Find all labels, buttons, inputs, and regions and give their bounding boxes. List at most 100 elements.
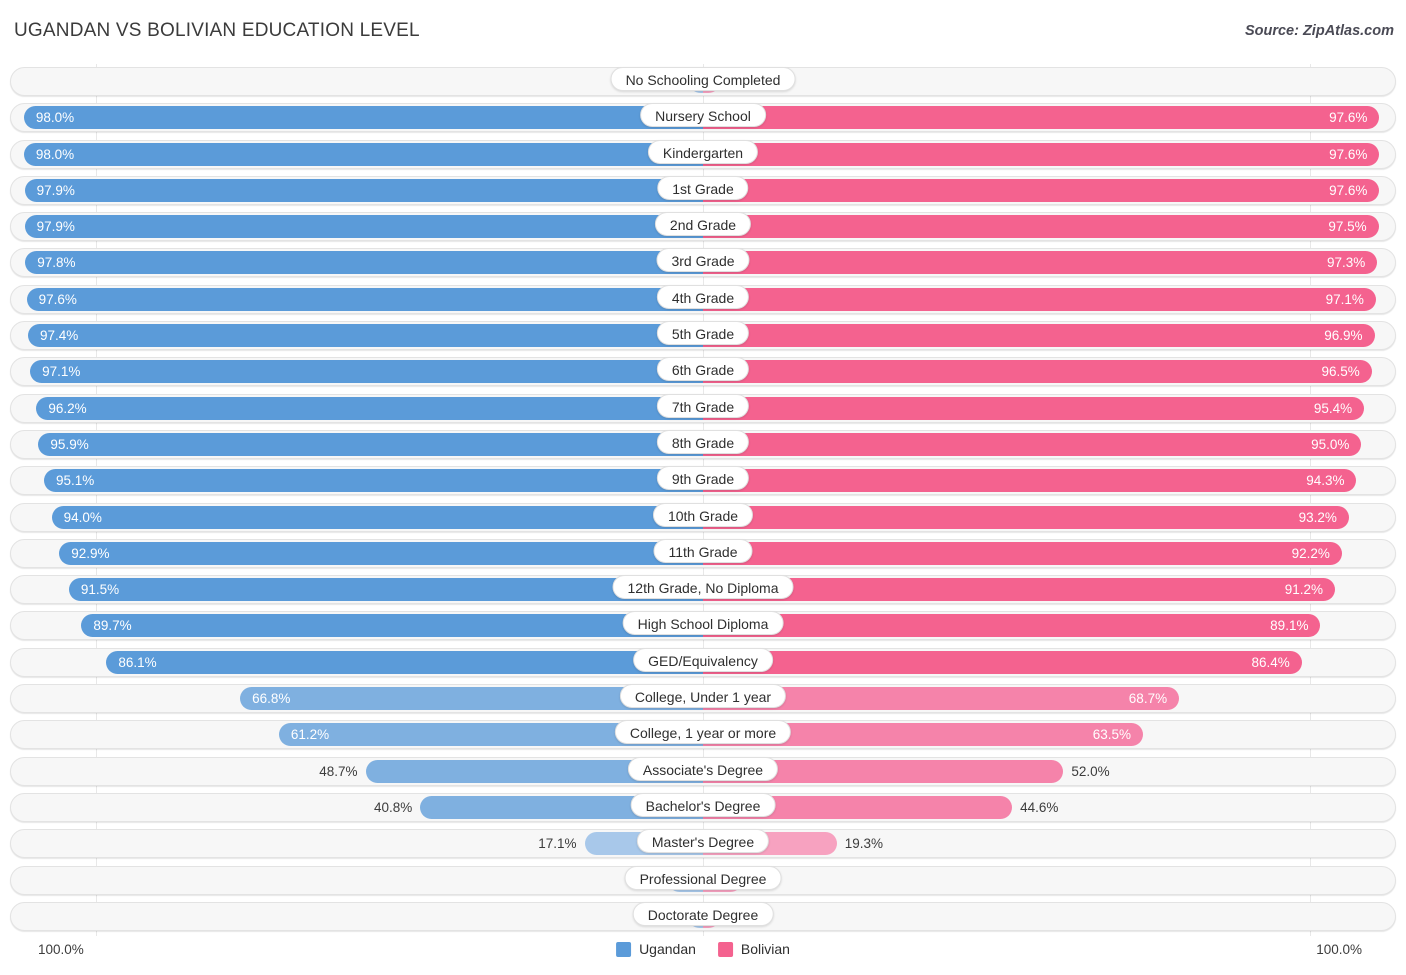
chart-row[interactable]: 98.0% 97.6% Nursery School xyxy=(10,100,1396,136)
ugandan-bar[interactable]: 97.4% xyxy=(28,324,703,348)
category-label[interactable]: Master's Degree xyxy=(636,829,770,854)
chart-row[interactable]: 17.1% 19.3% Master's Degree xyxy=(10,826,1396,862)
chart-row[interactable]: 40.8% 44.6% Bachelor's Degree xyxy=(10,790,1396,826)
chart-row[interactable]: 95.9% 95.0% 8th Grade xyxy=(10,427,1396,463)
chart-row[interactable]: 97.9% 97.6% 1st Grade xyxy=(10,173,1396,209)
chart-row[interactable]: 97.8% 97.3% 3rd Grade xyxy=(10,245,1396,281)
bolivian-half: 96.5% xyxy=(703,360,1396,384)
bolivian-bar[interactable]: 95.4% xyxy=(703,396,1365,420)
diverging-bar-plot: 2.0%2.4%No Schooling Completed98.0%97.6%… xyxy=(10,64,1396,936)
chart-row[interactable]: 97.1% 96.5% 6th Grade xyxy=(10,354,1396,390)
category-label[interactable]: Kindergarten xyxy=(647,139,759,164)
chart-row[interactable]: 94.0% 93.2% 10th Grade xyxy=(10,500,1396,536)
bolivian-half: 2.4% xyxy=(703,904,1396,928)
bolivian-bar[interactable]: 89.1% xyxy=(703,614,1321,638)
ugandan-bar[interactable]: 97.9% xyxy=(24,178,703,202)
chart-row[interactable]: 96.2% 95.4% 7th Grade xyxy=(10,391,1396,427)
chart-row[interactable]: 2.2%2.4%Doctorate Degree xyxy=(10,899,1396,935)
legend-item[interactable]: Ugandan xyxy=(616,941,696,957)
ugandan-bar[interactable]: 97.8% xyxy=(25,251,703,275)
category-label[interactable]: 3rd Grade xyxy=(656,248,750,273)
category-label[interactable]: Professional Degree xyxy=(624,865,782,890)
bolivian-bar[interactable]: 97.5% xyxy=(703,215,1379,239)
chart-row[interactable]: 5.1%5.6%Professional Degree xyxy=(10,863,1396,899)
bolivian-bar[interactable]: 97.6% xyxy=(703,142,1380,166)
chart-row[interactable]: 86.1% 86.4% GED/Equivalency xyxy=(10,645,1396,681)
chart-row[interactable]: 95.1% 94.3% 9th Grade xyxy=(10,463,1396,499)
chart-row[interactable]: 66.8% 68.7% College, Under 1 year xyxy=(10,681,1396,717)
ugandan-half: 94.0% xyxy=(10,505,703,529)
category-label[interactable]: 9th Grade xyxy=(656,466,750,491)
bolivian-bar[interactable]: 86.4% xyxy=(703,650,1302,674)
category-label[interactable]: 1st Grade xyxy=(657,175,749,200)
ugandan-value-label: 97.6% xyxy=(38,291,77,307)
ugandan-value-label: 91.5% xyxy=(80,582,120,598)
bolivian-bar[interactable]: 93.2% xyxy=(703,505,1349,529)
category-label[interactable]: 11th Grade xyxy=(653,538,753,563)
chart-row[interactable]: 98.0% 97.6% Kindergarten xyxy=(10,137,1396,173)
bolivian-half: 86.4% xyxy=(703,650,1396,674)
category-label[interactable]: 8th Grade xyxy=(656,429,750,454)
category-label[interactable]: College, Under 1 year xyxy=(619,684,787,709)
category-label[interactable]: 5th Grade xyxy=(656,321,750,346)
ugandan-bar[interactable]: 97.9% xyxy=(24,215,703,239)
chart-row[interactable]: 97.6% 97.1% 4th Grade xyxy=(10,282,1396,318)
chart-row[interactable]: 89.7% 89.1% High School Diploma xyxy=(10,608,1396,644)
ugandan-half: 97.9% xyxy=(10,215,703,239)
bolivian-bar[interactable]: 97.6% xyxy=(703,178,1380,202)
category-label[interactable]: Doctorate Degree xyxy=(632,901,774,926)
chart-row[interactable]: 48.7% 52.0% Associate's Degree xyxy=(10,754,1396,790)
category-label[interactable]: High School Diploma xyxy=(622,611,784,636)
category-label[interactable]: 10th Grade xyxy=(652,502,754,527)
ugandan-value-label: 97.4% xyxy=(40,328,79,344)
ugandan-bar[interactable]: 92.9% xyxy=(59,541,703,565)
chart-row[interactable]: 92.9% 92.2% 11th Grade xyxy=(10,536,1396,572)
category-label[interactable]: 6th Grade xyxy=(656,357,750,382)
bolivian-half: 93.2% xyxy=(703,505,1396,529)
chart-row[interactable]: 61.2% 63.5% College, 1 year or more xyxy=(10,717,1396,753)
bolivian-bar[interactable]: 96.9% xyxy=(703,324,1375,348)
ugandan-bar[interactable]: 95.9% xyxy=(38,432,703,456)
ugandan-bar[interactable]: 97.1% xyxy=(30,360,703,384)
bolivian-half: 44.6% xyxy=(703,795,1396,819)
chart-page: UGANDAN VS BOLIVIAN EDUCATION LEVEL Sour… xyxy=(0,0,1406,975)
category-label[interactable]: Associate's Degree xyxy=(627,756,779,781)
category-label[interactable]: No Schooling Completed xyxy=(610,67,796,91)
chart-footer: 100.0% 100.0% Ugandan Bolivian xyxy=(0,936,1406,975)
bolivian-bar[interactable]: 97.6% xyxy=(703,106,1380,130)
bolivian-bar[interactable]: 91.2% xyxy=(703,578,1336,602)
category-label[interactable]: 4th Grade xyxy=(656,284,750,309)
bolivian-bar[interactable]: 94.3% xyxy=(703,469,1357,493)
category-label[interactable]: 2nd Grade xyxy=(654,212,752,237)
ugandan-bar[interactable]: 94.0% xyxy=(51,505,703,529)
ugandan-bar[interactable]: 86.1% xyxy=(106,650,703,674)
bolivian-value-label: 95.0% xyxy=(1311,436,1350,452)
bolivian-bar[interactable]: 96.5% xyxy=(703,360,1372,384)
category-label[interactable]: Bachelor's Degree xyxy=(630,792,776,817)
ugandan-bar[interactable]: 97.6% xyxy=(26,287,703,311)
ugandan-value-label: 97.9% xyxy=(36,219,75,235)
category-label[interactable]: 7th Grade xyxy=(656,393,750,418)
bolivian-value-label: 96.9% xyxy=(1324,328,1363,344)
chart-row[interactable]: 97.9% 97.5% 2nd Grade xyxy=(10,209,1396,245)
legend-item[interactable]: Bolivian xyxy=(717,941,790,957)
bolivian-bar[interactable]: 95.0% xyxy=(703,432,1362,456)
ugandan-bar[interactable]: 98.0% xyxy=(23,142,703,166)
chart-row[interactable]: 2.0%2.4%No Schooling Completed xyxy=(10,64,1396,100)
ugandan-bar[interactable]: 95.1% xyxy=(43,469,703,493)
category-label[interactable]: 12th Grade, No Diploma xyxy=(612,575,794,600)
chart-row[interactable]: 91.5% 91.2% 12th Grade, No Diploma xyxy=(10,572,1396,608)
ugandan-bar[interactable]: 91.5% xyxy=(68,578,703,602)
ugandan-bar[interactable]: 89.7% xyxy=(81,614,703,638)
ugandan-bar[interactable]: 98.0% xyxy=(23,106,703,130)
bolivian-bar[interactable]: 92.2% xyxy=(703,541,1342,565)
category-label[interactable]: GED/Equivalency xyxy=(633,647,773,672)
category-label[interactable]: Nursery School xyxy=(640,103,766,128)
bolivian-bar[interactable]: 97.3% xyxy=(703,251,1378,275)
bolivian-half: 5.6% xyxy=(703,868,1396,892)
ugandan-bar[interactable]: 96.2% xyxy=(36,396,703,420)
bolivian-bar[interactable]: 97.1% xyxy=(703,287,1376,311)
chart-row[interactable]: 97.4% 96.9% 5th Grade xyxy=(10,318,1396,354)
category-label[interactable]: College, 1 year or more xyxy=(614,720,792,745)
ugandan-half: 98.0% xyxy=(10,106,703,130)
